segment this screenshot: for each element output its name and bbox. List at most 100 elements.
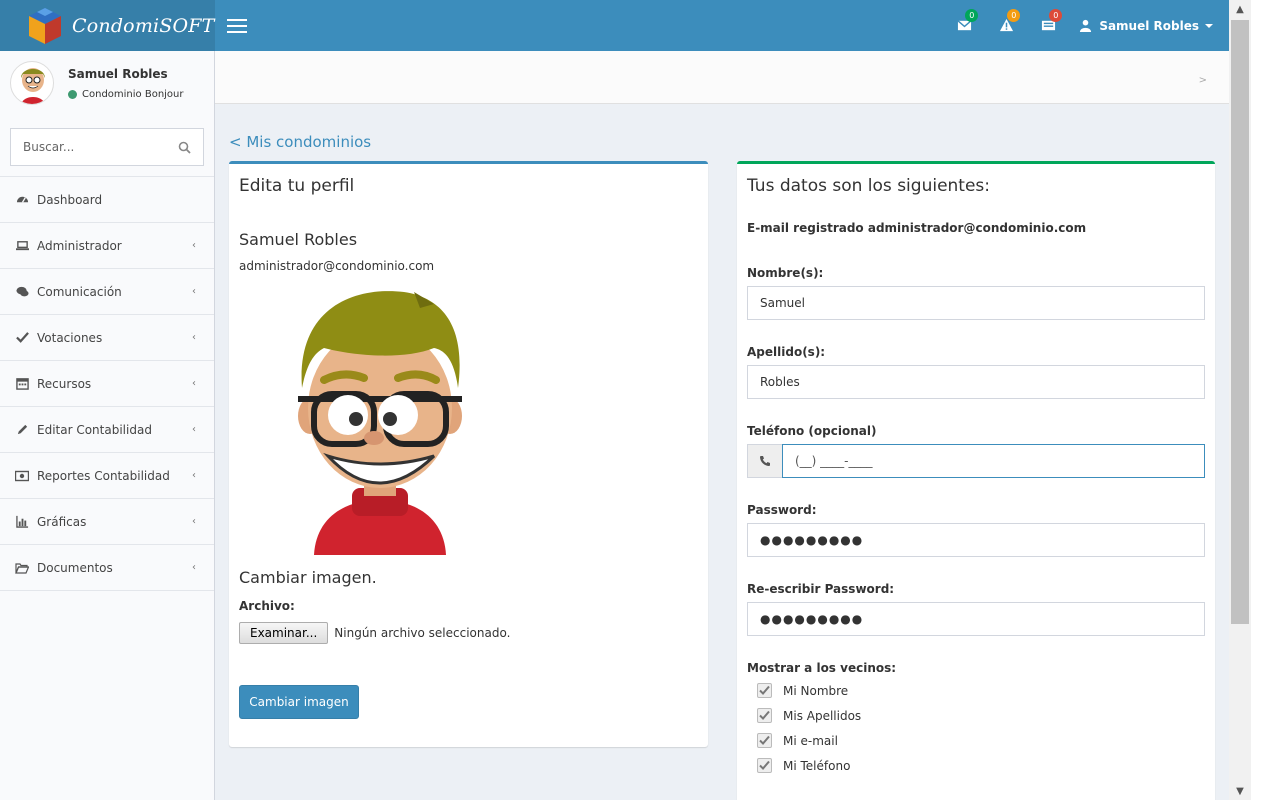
user-icon — [1080, 19, 1092, 32]
chevron-left-icon: ‹ — [192, 378, 196, 389]
sidebar-item-label: Dashboard — [37, 192, 103, 207]
sidebar-item-label: Comunicación — [37, 284, 122, 299]
chevron-left-icon: ‹ — [192, 516, 196, 527]
top-navbar: CondomiSOFT 0 0 0 Samuel Robles — [0, 0, 1229, 51]
calendar-icon — [15, 377, 29, 391]
chevron-left-icon: ‹ — [192, 470, 196, 481]
check-icon — [15, 331, 29, 345]
laptop-icon — [15, 239, 29, 253]
dashboard-icon — [15, 193, 29, 207]
sidebar-item-editar-contabilidad[interactable]: Editar Contabilidad ‹ — [0, 407, 214, 453]
sidebar-item-reportes-contabilidad[interactable]: Reportes Contabilidad ‹ — [0, 453, 214, 499]
search-input[interactable] — [11, 129, 165, 165]
sidebar-item-label: Gráficas — [37, 514, 87, 529]
tasks-count-badge: 0 — [1049, 9, 1063, 22]
sidebar: Samuel Robles Condominio Bonjour Dashboa… — [0, 51, 215, 800]
repassword-field[interactable]: ●●●●●●●●● — [747, 602, 1205, 636]
hamburger-bar-icon — [227, 24, 247, 27]
sidebar-item-administrador[interactable]: Administrador ‹ — [0, 223, 214, 269]
sidebar-item-dashboard[interactable]: Dashboard — [0, 177, 214, 223]
user-status: Condominio Bonjour — [68, 89, 184, 100]
edit-profile-title: Edita tu perfil — [239, 176, 355, 196]
checkbox-mi-email[interactable]: Mi e-mail — [757, 733, 838, 748]
sidebar-item-label: Documentos — [37, 560, 113, 575]
user-data-box: Tus datos son los siguientes: E-mail reg… — [737, 161, 1215, 800]
messages-count-badge: 0 — [965, 9, 979, 22]
sidebar-item-label: Editar Contabilidad — [37, 422, 152, 437]
chevron-left-icon: ‹ — [192, 332, 196, 343]
checkbox-label: Mi Teléfono — [783, 758, 851, 773]
scroll-down-arrow-icon[interactable]: ▼ — [1229, 782, 1251, 800]
edit-profile-box: Edita tu perfil Samuel Robles administra… — [229, 161, 708, 747]
scroll-up-arrow-icon[interactable]: ▲ — [1229, 0, 1251, 18]
hamburger-bar-icon — [227, 30, 247, 33]
sidebar-user-name: Samuel Robles — [68, 66, 168, 81]
checkbox-checked-icon[interactable] — [757, 758, 772, 773]
bar-chart-icon — [15, 515, 29, 529]
browse-file-button[interactable]: Examinar... — [239, 622, 329, 644]
sidebar-item-graficas[interactable]: Gráficas ‹ — [0, 499, 214, 545]
apellido-label: Apellido(s): — [747, 345, 826, 359]
apellido-field[interactable]: Robles — [747, 365, 1205, 399]
pencil-icon — [15, 423, 29, 437]
app-logo[interactable]: CondomiSOFT — [0, 0, 215, 51]
money-icon — [15, 469, 29, 483]
sidebar-item-documentos[interactable]: Documentos ‹ — [0, 545, 214, 591]
change-image-title: Cambiar imagen. — [239, 568, 377, 587]
sidebar-item-label: Recursos — [37, 376, 92, 391]
checkbox-checked-icon[interactable] — [757, 733, 772, 748]
change-image-button[interactable]: Cambiar imagen — [239, 685, 359, 719]
chevron-left-icon: ‹ — [192, 240, 196, 251]
file-input: Examinar... Ningún archivo seleccionado. — [239, 622, 510, 644]
checkbox-checked-icon[interactable] — [757, 683, 772, 698]
sidebar-item-label: Votaciones — [37, 330, 103, 345]
phone-icon — [747, 444, 782, 478]
checkbox-mi-nombre[interactable]: Mi Nombre — [757, 683, 848, 698]
nombre-field[interactable]: Samuel — [747, 286, 1205, 320]
repassword-label: Re-escribir Password: — [747, 582, 895, 596]
scrollbar-thumb[interactable] — [1231, 20, 1249, 624]
user-status-text: Condominio Bonjour — [82, 88, 184, 100]
sidebar-item-label: Administrador — [37, 238, 122, 253]
checkbox-label: Mi e-mail — [783, 733, 838, 748]
vertical-scrollbar[interactable]: ▲ ▼ — [1229, 0, 1251, 800]
comments-icon — [15, 285, 29, 299]
search-button[interactable] — [165, 129, 203, 165]
telefono-input-group: (__) ____-____ — [747, 444, 1205, 478]
content-header: > — [215, 51, 1229, 104]
cube-logo-icon — [29, 7, 61, 44]
online-status-icon — [68, 89, 77, 99]
sidebar-item-comunicacion[interactable]: Comunicación ‹ — [0, 269, 214, 315]
checkbox-label: Mis Apellidos — [783, 708, 862, 723]
user-menu-name: Samuel Robles — [1099, 18, 1199, 33]
tasks-button[interactable]: 0 — [1027, 0, 1069, 51]
messages-button[interactable]: 0 — [943, 0, 985, 51]
telefono-field[interactable]: (__) ____-____ — [782, 444, 1205, 478]
chevron-left-icon: ‹ — [192, 424, 196, 435]
caret-down-icon — [1205, 23, 1213, 28]
checkbox-mis-apellidos[interactable]: Mis Apellidos — [757, 708, 861, 723]
sidebar-item-votaciones[interactable]: Votaciones ‹ — [0, 315, 214, 361]
chevron-left-icon: ‹ — [192, 286, 196, 297]
show-to-neighbors-label: Mostrar a los vecinos: — [747, 661, 897, 675]
back-to-condominios-link[interactable]: < Mis condominios — [229, 133, 371, 151]
sidebar-toggle-button[interactable] — [215, 0, 259, 51]
folder-open-icon — [15, 561, 29, 575]
profile-name: Samuel Robles — [239, 230, 358, 249]
alerts-button[interactable]: 0 — [985, 0, 1027, 51]
search-icon — [178, 141, 191, 154]
registered-email: E-mail registrado administrador@condomin… — [747, 221, 1087, 235]
sidebar-item-recursos[interactable]: Recursos ‹ — [0, 361, 214, 407]
password-field[interactable]: ●●●●●●●●● — [747, 523, 1205, 557]
profile-email: administrador@condominio.com — [239, 259, 435, 273]
user-menu-dropdown[interactable]: Samuel Robles — [1079, 19, 1213, 33]
hamburger-bar-icon — [227, 18, 247, 21]
chevron-left-icon: ‹ — [192, 562, 196, 573]
checkbox-checked-icon[interactable] — [757, 708, 772, 723]
nombre-label: Nombre(s): — [747, 266, 824, 280]
checkbox-label: Mi Nombre — [783, 683, 849, 698]
checkbox-mi-telefono[interactable]: Mi Teléfono — [757, 758, 850, 773]
user-panel: Samuel Robles Condominio Bonjour — [0, 51, 214, 115]
password-label: Password: — [747, 503, 817, 517]
breadcrumb: > — [1198, 75, 1207, 86]
